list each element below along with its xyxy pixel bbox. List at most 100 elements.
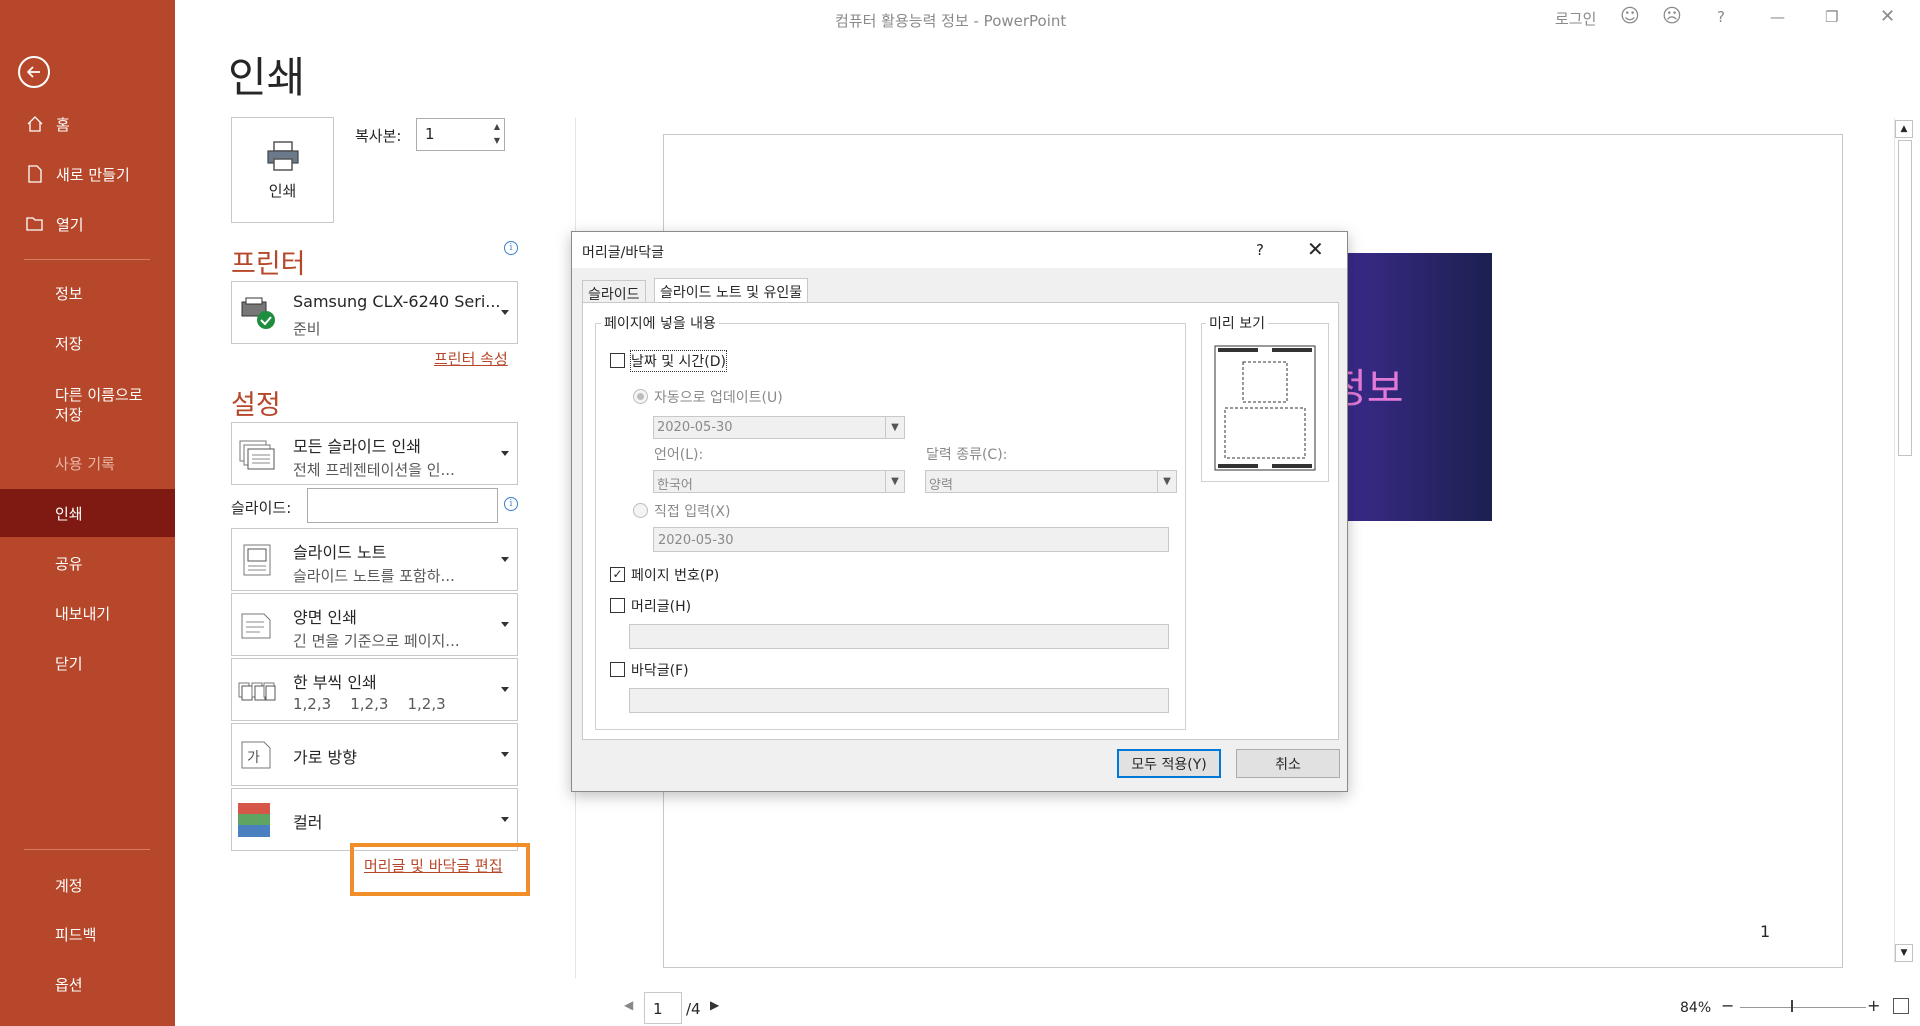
page-number-label: 페이지 번호(P) [631, 568, 720, 584]
settings-heading: 설정 [231, 390, 281, 421]
home-icon [24, 115, 46, 133]
nav-print[interactable]: 인쇄 [0, 489, 175, 537]
chevron-down-icon [501, 557, 509, 562]
tab-notes-handouts[interactable]: 슬라이드 노트 및 유인물 [654, 278, 809, 303]
edit-header-footer-link[interactable]: 머리글 및 바닥글 편집 [364, 855, 503, 876]
duplex-dropdown[interactable]: 양면 인쇄 긴 면을 기준으로 페이지... [231, 593, 518, 656]
page-number-input[interactable]: 1 [644, 992, 682, 1024]
footer-checkbox[interactable] [610, 662, 625, 677]
fit-to-window-icon[interactable] [1893, 998, 1909, 1014]
scroll-thumb[interactable] [1898, 140, 1912, 456]
auto-update-radio[interactable] [633, 389, 648, 404]
minimize-icon[interactable]: — [1770, 8, 1785, 26]
nav-history[interactable]: 사용 기록 [0, 439, 175, 487]
page-number-checkbox[interactable]: ✓ [610, 567, 625, 582]
nav-share[interactable]: 공유 [0, 539, 175, 587]
restore-icon[interactable]: ❐ [1825, 8, 1838, 26]
printer-properties-link[interactable]: 프린터 속성 [434, 348, 508, 369]
print-layout-dropdown[interactable]: 슬라이드 노트 슬라이드 노트를 포함하... [231, 528, 518, 591]
scroll-up-icon[interactable]: ▲ [1895, 120, 1913, 138]
print-range-dropdown[interactable]: 모든 슬라이드 인쇄 전체 프레젠테이션을 인... [231, 422, 518, 485]
collate-dropdown[interactable]: 한 부씩 인쇄 1,2,3 1,2,3 1,2,3 [231, 658, 518, 721]
dialog-help-icon[interactable]: ? [1256, 241, 1264, 259]
close-window-icon[interactable]: ✕ [1880, 6, 1895, 27]
page-title: 인쇄 [228, 53, 306, 102]
copies-label: 복사본: [355, 127, 402, 145]
fixed-date-label: 직접 입력(X) [654, 504, 731, 520]
nav-export[interactable]: 내보내기 [0, 589, 175, 637]
slides-stack-icon [239, 440, 275, 470]
nav-save-as[interactable]: 다른 이름으로 저장 [0, 380, 175, 428]
fixed-date-radio[interactable] [633, 503, 648, 518]
nav-close[interactable]: 닫기 [0, 639, 175, 687]
new-document-icon [24, 165, 46, 183]
dialog-close-icon[interactable]: ✕ [1307, 237, 1324, 261]
cancel-button[interactable]: 취소 [1236, 749, 1340, 778]
printer-ready-icon [241, 297, 275, 329]
status-bar [575, 990, 1920, 1026]
chevron-down-icon: ▼ [1157, 471, 1176, 492]
next-page-icon[interactable]: ▶ [710, 998, 719, 1012]
slides-input[interactable] [307, 488, 498, 523]
chevron-down-icon [501, 752, 509, 757]
chevron-down-icon [501, 687, 509, 692]
apply-all-button[interactable]: 모두 적용(Y) [1117, 749, 1221, 778]
folder-open-icon [24, 216, 46, 232]
zoom-out-icon[interactable]: − [1721, 996, 1734, 1015]
fixed-date-input[interactable]: 2020-05-30 [653, 527, 1169, 552]
include-group-title: 페이지에 넣을 내용 [601, 313, 719, 333]
title-bar: 컴퓨터 활용능력 정보 - PowerPoint 로그인 ☺ ☹ ? — ❐ ✕ [175, 0, 1920, 38]
date-time-checkbox[interactable] [610, 353, 625, 368]
nav-new[interactable]: 새로 만들기 [0, 150, 175, 198]
footer-input[interactable] [629, 688, 1169, 713]
printer-dropdown[interactable]: Samsung CLX-6240 Seri... 준비 [231, 281, 518, 344]
chevron-down-icon [501, 817, 509, 822]
header-label: 머리글(H) [631, 599, 692, 615]
slides-label: 슬라이드: [231, 499, 292, 517]
print-button[interactable]: 인쇄 [231, 117, 334, 223]
calendar-select[interactable]: 양력 ▼ [925, 470, 1177, 493]
vertical-scrollbar[interactable]: ▲ ▼ [1894, 118, 1914, 963]
smile-icon[interactable]: ☺ [1620, 5, 1640, 27]
orientation-dropdown[interactable]: 가 가로 방향 [231, 723, 518, 786]
info-icon[interactable]: i [504, 497, 518, 511]
language-label: 언어(L): [654, 447, 704, 463]
notes-page-icon [243, 544, 271, 576]
preview-page-number: 1 [1760, 922, 1771, 941]
duplex-icon [241, 613, 271, 639]
tab-slide[interactable]: 슬라이드 [582, 280, 646, 303]
color-dropdown[interactable]: 컬러 [231, 788, 518, 851]
dialog-title: 머리글/바닥글 [582, 245, 664, 261]
info-icon[interactable]: i [504, 241, 518, 255]
copies-input[interactable]: 1 ▲ ▼ [416, 118, 505, 151]
color-icon [238, 803, 270, 837]
sign-in-link[interactable]: 로그인 [1555, 8, 1596, 29]
frown-icon[interactable]: ☹ [1662, 5, 1682, 27]
nav-home[interactable]: 홈 [0, 100, 175, 148]
prev-page-icon[interactable]: ◀ [624, 998, 633, 1012]
chevron-down-icon [501, 310, 509, 315]
language-select[interactable]: 한국어 ▼ [653, 470, 905, 493]
auto-update-label: 자동으로 업데이트(U) [654, 390, 783, 406]
spin-up-icon[interactable]: ▲ [494, 122, 500, 131]
nav-open[interactable]: 열기 [0, 200, 175, 248]
help-icon[interactable]: ? [1717, 8, 1725, 26]
nav-info[interactable]: 정보 [0, 269, 175, 317]
back-arrow-icon[interactable] [18, 56, 50, 88]
scroll-down-icon[interactable]: ▼ [1895, 944, 1913, 962]
nav-options[interactable]: 옵션 [0, 960, 175, 1008]
header-checkbox[interactable] [610, 598, 625, 613]
nav-account[interactable]: 계정 [0, 861, 175, 909]
spin-down-icon[interactable]: ▼ [494, 136, 500, 145]
header-input[interactable] [629, 624, 1169, 649]
zoom-in-icon[interactable]: + [1867, 996, 1880, 1015]
zoom-slider-knob[interactable] [1791, 1000, 1793, 1012]
window-title: 컴퓨터 활용능력 정보 - PowerPoint [835, 12, 1067, 30]
zoom-slider[interactable] [1740, 1007, 1866, 1008]
nav-save[interactable]: 저장 [0, 319, 175, 367]
auto-date-select[interactable]: 2020-05-30 ▼ [653, 416, 905, 439]
nav-feedback[interactable]: 피드백 [0, 910, 175, 958]
preview-group-title: 미리 보기 [1206, 313, 1268, 333]
collate-icon [238, 682, 276, 701]
chevron-down-icon [501, 451, 509, 456]
